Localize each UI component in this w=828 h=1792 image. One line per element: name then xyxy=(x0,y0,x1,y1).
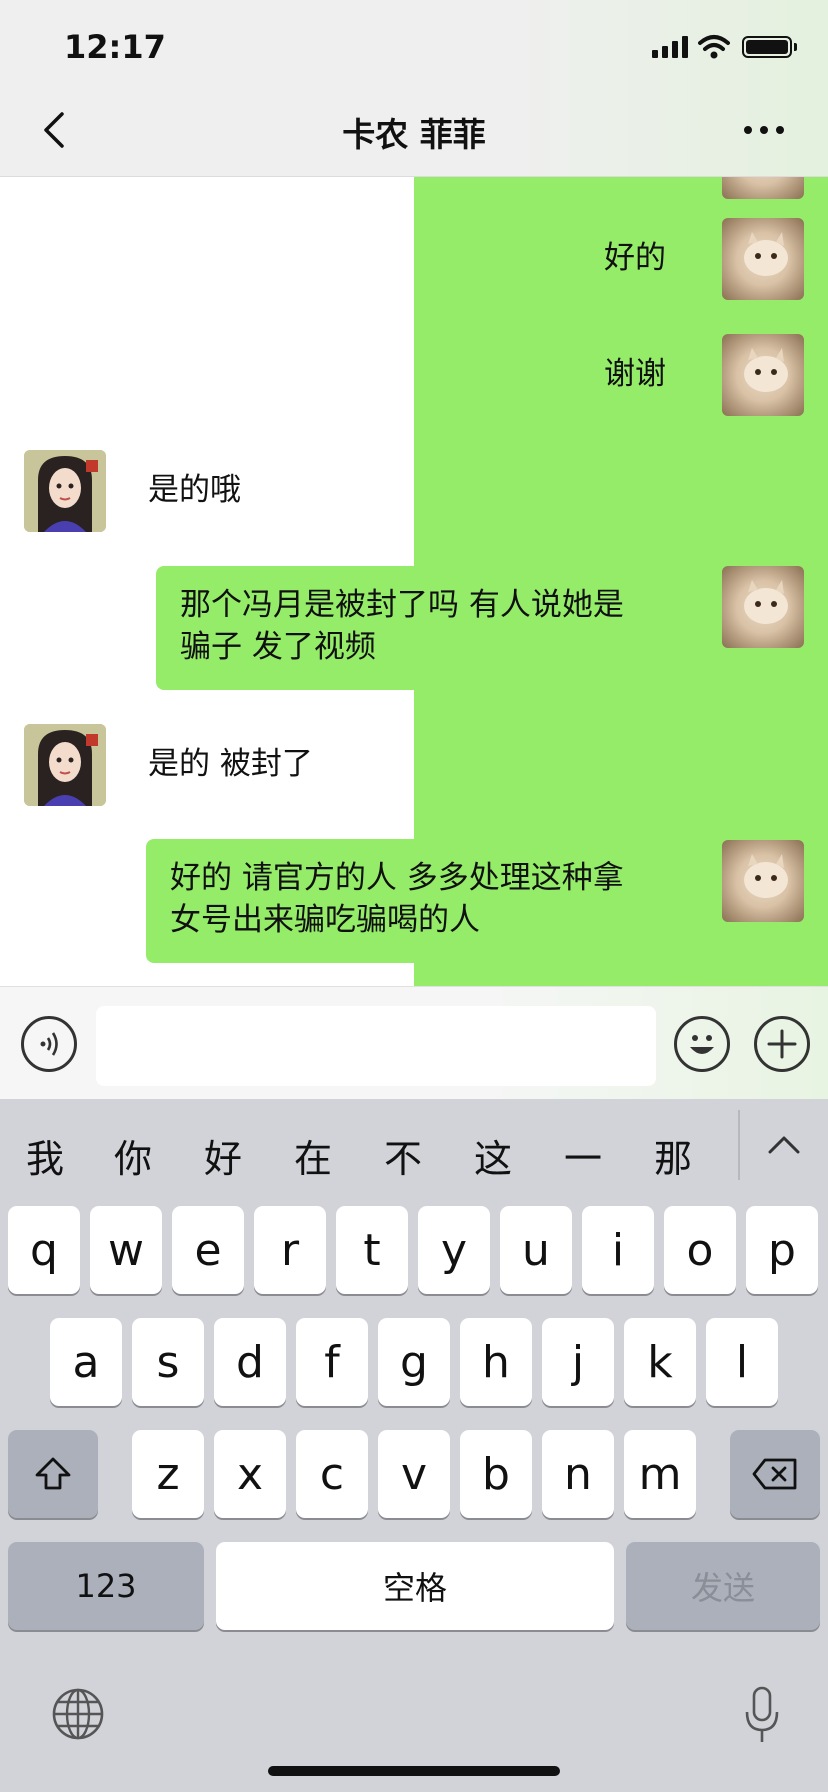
candidate-word[interactable]: 一 xyxy=(564,1128,602,1183)
key-g[interactable]: g xyxy=(378,1318,450,1406)
cat-avatar-icon xyxy=(744,232,788,276)
key-w[interactable]: w xyxy=(90,1206,162,1294)
key-i[interactable]: i xyxy=(582,1206,654,1294)
key-o[interactable]: o xyxy=(664,1206,736,1294)
backspace-key[interactable] xyxy=(730,1430,820,1518)
avatar[interactable] xyxy=(722,566,804,648)
girl-avatar-icon xyxy=(24,450,106,532)
key-c[interactable]: c xyxy=(296,1430,368,1518)
key-k[interactable]: k xyxy=(624,1318,696,1406)
battery-tip xyxy=(794,43,797,51)
key-v[interactable]: v xyxy=(378,1430,450,1518)
collapse-chevron-icon[interactable] xyxy=(764,1130,804,1160)
battery-icon xyxy=(742,36,792,58)
avatar[interactable] xyxy=(722,334,804,416)
key-s[interactable]: s xyxy=(132,1318,204,1406)
message-line: 骗子 发了视频 xyxy=(180,629,376,665)
avatar[interactable] xyxy=(24,450,106,532)
message-text: 是的 被封了 xyxy=(148,746,313,782)
message-list[interactable]: 好的 谢谢 是的哦 那个冯月是被封了吗 有人说她是 骗子 发了视频 是的 被封了… xyxy=(0,177,828,986)
wifi-icon xyxy=(698,35,730,59)
candidate-word[interactable]: 这 xyxy=(474,1128,512,1183)
send-key[interactable]: 发送 xyxy=(626,1542,820,1630)
message-text: 是的哦 xyxy=(148,472,241,508)
chat-title: 卡农 菲菲 xyxy=(342,115,486,154)
status-time: 12:17 xyxy=(64,28,166,66)
voice-icon[interactable] xyxy=(21,1016,77,1072)
candidate-word[interactable]: 好 xyxy=(204,1128,242,1183)
message-input[interactable] xyxy=(96,1006,656,1086)
candidate-word[interactable]: 那 xyxy=(654,1128,692,1183)
shift-key[interactable] xyxy=(8,1430,98,1518)
cat-avatar-icon xyxy=(744,580,788,624)
avatar[interactable] xyxy=(722,840,804,922)
message-text: 谢谢 xyxy=(604,356,666,392)
key-j[interactable]: j xyxy=(542,1318,614,1406)
globe-icon[interactable] xyxy=(50,1686,106,1742)
key-n[interactable]: n xyxy=(542,1430,614,1518)
numbers-key[interactable]: 123 xyxy=(8,1542,204,1630)
avatar[interactable] xyxy=(24,724,106,806)
candidate-word[interactable]: 在 xyxy=(294,1128,332,1183)
candidate-word[interactable]: 你 xyxy=(114,1128,152,1183)
avatar[interactable] xyxy=(722,177,804,199)
signal-icon xyxy=(652,36,688,58)
key-t[interactable]: t xyxy=(336,1206,408,1294)
shift-icon xyxy=(35,1457,71,1490)
cat-avatar-icon xyxy=(744,348,788,392)
girl-avatar-icon xyxy=(24,724,106,806)
key-a[interactable]: a xyxy=(50,1318,122,1406)
key-u[interactable]: u xyxy=(500,1206,572,1294)
key-q[interactable]: q xyxy=(8,1206,80,1294)
key-l[interactable]: l xyxy=(706,1318,778,1406)
candidate-word[interactable]: 不 xyxy=(384,1128,422,1183)
message-line: 好的 请官方的人 多多处理这种拿 xyxy=(170,860,624,896)
candidate-word[interactable]: 我 xyxy=(26,1128,64,1183)
more-icon[interactable] xyxy=(742,118,786,142)
backspace-icon xyxy=(752,1458,797,1490)
avatar[interactable] xyxy=(722,218,804,300)
key-z[interactable]: z xyxy=(132,1430,204,1518)
home-indicator[interactable] xyxy=(268,1766,560,1776)
emoji-icon[interactable] xyxy=(674,1016,730,1072)
divider xyxy=(738,1110,740,1180)
key-p[interactable]: p xyxy=(746,1206,818,1294)
plus-icon[interactable] xyxy=(754,1016,810,1072)
message-line: 女号出来骗吃骗喝的人 xyxy=(170,902,480,938)
key-d[interactable]: d xyxy=(214,1318,286,1406)
message-bubble[interactable]: 好的 请官方的人 多多处理这种拿 女号出来骗吃骗喝的人 xyxy=(146,839,686,963)
microphone-icon[interactable] xyxy=(742,1684,782,1746)
key-r[interactable]: r xyxy=(254,1206,326,1294)
message-text: 好的 xyxy=(604,240,666,276)
key-h[interactable]: h xyxy=(460,1318,532,1406)
key-x[interactable]: x xyxy=(214,1430,286,1518)
message-bubble[interactable]: 那个冯月是被封了吗 有人说她是 骗子 发了视频 xyxy=(156,566,686,690)
message-line: 那个冯月是被封了吗 有人说她是 xyxy=(180,587,624,623)
key-b[interactable]: b xyxy=(460,1430,532,1518)
cat-avatar-icon xyxy=(744,854,788,898)
space-key[interactable]: 空格 xyxy=(216,1542,614,1630)
key-f[interactable]: f xyxy=(296,1318,368,1406)
key-m[interactable]: m xyxy=(624,1430,696,1518)
key-y[interactable]: y xyxy=(418,1206,490,1294)
key-e[interactable]: e xyxy=(172,1206,244,1294)
